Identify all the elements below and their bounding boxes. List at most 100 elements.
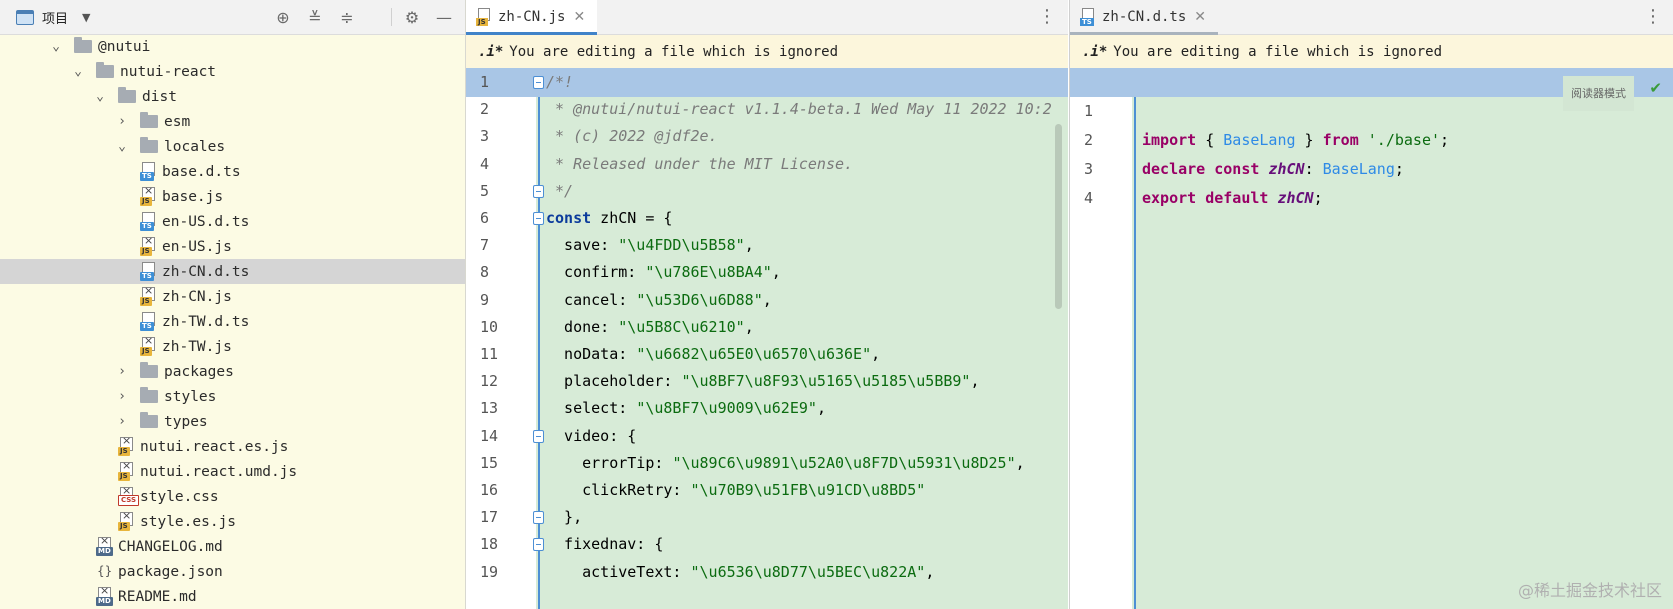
tree-item[interactable]: › types (0, 409, 465, 434)
line-number: 5 (480, 181, 490, 200)
tree-item[interactable]: TS zh-CN.d.ts (0, 259, 465, 284)
fold-marker-icon[interactable] (533, 184, 544, 198)
tab-bar: TS zh-CN.d.ts ✕ ⋮ (1070, 0, 1673, 35)
line-number: 18 (480, 535, 499, 554)
chevron-down-icon[interactable]: ▼ (82, 11, 90, 24)
folder-icon (140, 112, 158, 128)
tree-item-label: nutui.react.umd.js (140, 463, 298, 480)
fold-marker-icon[interactable] (533, 429, 544, 443)
line-number: 7 (480, 236, 490, 255)
tree-item-label: README.md (118, 588, 197, 605)
line-number: 8 (480, 263, 490, 282)
line-text: placeholder: "\u8BF7\u8F93\u5165\u5185\u… (546, 372, 980, 391)
line-text: * (c) 2022 @jdf2e. (546, 127, 718, 146)
tree-item[interactable]: › esm (0, 109, 465, 134)
tree-item[interactable]: TS base.d.ts (0, 159, 465, 184)
folder-icon (96, 62, 114, 78)
chevron-down-icon[interactable]: ⌄ (72, 64, 84, 79)
tree-item[interactable]: MDCHANGELOG.md (0, 534, 465, 559)
locate-icon[interactable]: ⊕ (273, 7, 293, 27)
chevron-down-icon[interactable]: ⌄ (116, 139, 128, 154)
tab-label: zh-CN.d.ts (1102, 9, 1187, 25)
tab-zh-cn-js[interactable]: JS zh-CN.js ✕ (466, 0, 598, 35)
chevron-right-icon[interactable]: › (116, 114, 128, 129)
editor-left: JS zh-CN.js ✕ ⋮ .i* You are editing a fi… (466, 0, 1068, 609)
code-line: 2 declare const zhCN: BaseLang; (1070, 97, 1673, 178)
tree-item[interactable]: › styles (0, 384, 465, 409)
tab-zh-cn-d-ts[interactable]: TS zh-CN.d.ts ✕ (1070, 0, 1219, 35)
line-text: * @nutui/nutui-react v1.1.4-beta.1 Wed M… (546, 100, 1052, 119)
tree-item-label: nutui.react.es.js (140, 438, 289, 455)
more-options-icon[interactable]: ⋮ (1038, 6, 1056, 27)
banner-text: You are editing a file which is ignored (1113, 43, 1443, 60)
line-number: 10 (480, 317, 499, 336)
chevron-right-icon[interactable]: › (116, 414, 128, 429)
code-area[interactable]: 关闭 1/*!2 * @nutui/nutui-react v1.1.4-bet… (466, 68, 1068, 609)
line-number: 15 (480, 453, 499, 472)
line-text: export default zhCN; (1142, 189, 1323, 207)
chevron-down-icon[interactable]: ⌄ (94, 89, 106, 104)
code-area[interactable]: 1 import { BaseLang } from './base'; 阅读器… (1070, 68, 1673, 609)
collapse-all-icon[interactable]: ≑ (337, 7, 357, 27)
fold-marker-icon[interactable] (533, 212, 544, 225)
close-icon[interactable]: ✕ (573, 9, 585, 25)
banner-text: You are editing a file which is ignored (509, 43, 839, 60)
chevron-right-icon[interactable]: › (116, 364, 128, 379)
chevron-right-icon[interactable]: › (116, 389, 128, 404)
code-line: 9 cancel: "\u53D6\u6D88", (466, 286, 1068, 315)
tree-item-label: style.es.js (140, 513, 237, 530)
tree-item[interactable]: ⌄ nutui-react (0, 59, 465, 84)
fold-marker-icon[interactable] (533, 538, 544, 552)
tree-item[interactable]: JSstyle.es.js (0, 509, 465, 534)
chevron-down-icon[interactable]: ⌄ (50, 39, 62, 54)
js-file-icon: JS (118, 459, 136, 481)
tree-item-label: dist (142, 88, 177, 105)
css-file-icon: CSS (118, 484, 140, 506)
ts-file-icon: TS (140, 262, 158, 281)
code-line: 1 /*! (466, 68, 1068, 97)
settings-icon[interactable]: ⚙ (402, 7, 422, 27)
tree-item[interactable]: TS zh-TW.d.ts (0, 309, 465, 334)
tree-item[interactable]: ⌄ locales (0, 134, 465, 159)
code-line: 3 * (c) 2022 @jdf2e. (466, 122, 1068, 151)
tree-item[interactable]: {} package.json (0, 559, 465, 584)
tree-item-label: CHANGELOG.md (118, 538, 223, 555)
project-view-selector[interactable]: 项目 ▼ (16, 8, 90, 27)
tree-item[interactable]: ⌄ dist (0, 84, 465, 109)
tree-item[interactable]: JSbase.js (0, 184, 465, 209)
line-number: 2 (480, 100, 490, 119)
watermark: @稀土掘金技术社区 (1517, 581, 1662, 600)
more-options-icon[interactable]: ⋮ (1644, 6, 1662, 27)
fold-marker-icon[interactable] (533, 511, 544, 525)
tree-item[interactable]: ⌄ @nutui (0, 34, 465, 59)
code-line: 2 * @nutui/nutui-react v1.1.4-beta.1 Wed… (466, 95, 1068, 124)
code-line: 18 fixednav: { (466, 530, 1068, 559)
minimize-icon[interactable]: — (434, 7, 454, 27)
line-text: done: "\u5B8C\u6210", (546, 317, 754, 336)
tree-item-label: @nutui (98, 38, 151, 55)
folder-icon (140, 387, 158, 403)
ignore-file-icon: .i* (478, 43, 504, 60)
tree-item[interactable]: JSzh-TW.js (0, 334, 465, 359)
tree-item[interactable]: JSen-US.js (0, 234, 465, 259)
code-line: 5 */ (466, 177, 1068, 206)
tree-item[interactable]: › packages (0, 359, 465, 384)
expand-all-icon[interactable]: ≚ (305, 7, 325, 27)
line-text: save: "\u4FDD\u5B58", (546, 236, 754, 255)
tree-item[interactable]: MDREADME.md (0, 584, 465, 609)
tree-item-label: esm (164, 113, 191, 130)
line-number: 3 (480, 127, 490, 146)
close-icon[interactable]: ✕ (1194, 9, 1206, 25)
tree-item[interactable]: JSzh-CN.js (0, 284, 465, 309)
line-text: activeText: "\u6536\u8D77\u5BEC\u822A", (546, 562, 935, 581)
line-number: 6 (480, 209, 490, 227)
fold-marker-icon[interactable] (533, 76, 544, 89)
tree-item[interactable]: JSnutui.react.umd.js (0, 459, 465, 484)
editor-right: TS zh-CN.d.ts ✕ ⋮ .i* You are editing a … (1069, 0, 1673, 609)
tree-item[interactable]: JSnutui.react.es.js (0, 434, 465, 459)
tree-item[interactable]: CSSstyle.css (0, 484, 465, 509)
line-text: const zhCN = { (546, 209, 673, 227)
tree-item[interactable]: TS en-US.d.ts (0, 209, 465, 234)
tree-item-label: zh-TW.js (162, 338, 232, 355)
js-file-icon: JS (140, 184, 158, 206)
